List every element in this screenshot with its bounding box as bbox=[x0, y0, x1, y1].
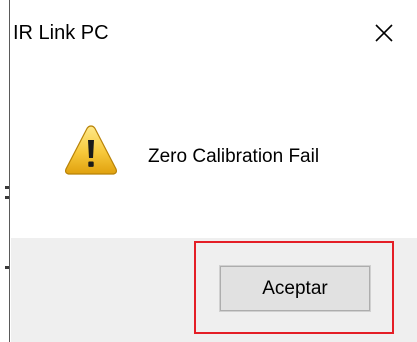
close-icon bbox=[375, 24, 393, 42]
dialog-footer: Aceptar bbox=[11, 238, 417, 342]
dialog-message: Zero Calibration Fail bbox=[148, 146, 320, 167]
edge-mark bbox=[5, 266, 9, 269]
window-edge bbox=[0, 0, 10, 342]
window-title: IR Link PC bbox=[13, 22, 109, 44]
dialog-content: Zero Calibration Fail bbox=[11, 72, 417, 238]
message-dialog: IR Link PC Zero Calibration Fail Aceptar bbox=[0, 0, 417, 342]
title-bar[interactable]: IR Link PC bbox=[11, 0, 417, 72]
edge-mark bbox=[5, 186, 9, 189]
edge-mark bbox=[5, 196, 9, 199]
aceptar-button[interactable]: Aceptar bbox=[219, 265, 371, 312]
close-button[interactable] bbox=[363, 14, 405, 52]
warning-icon bbox=[64, 125, 118, 175]
highlight-box: Aceptar bbox=[194, 241, 394, 334]
